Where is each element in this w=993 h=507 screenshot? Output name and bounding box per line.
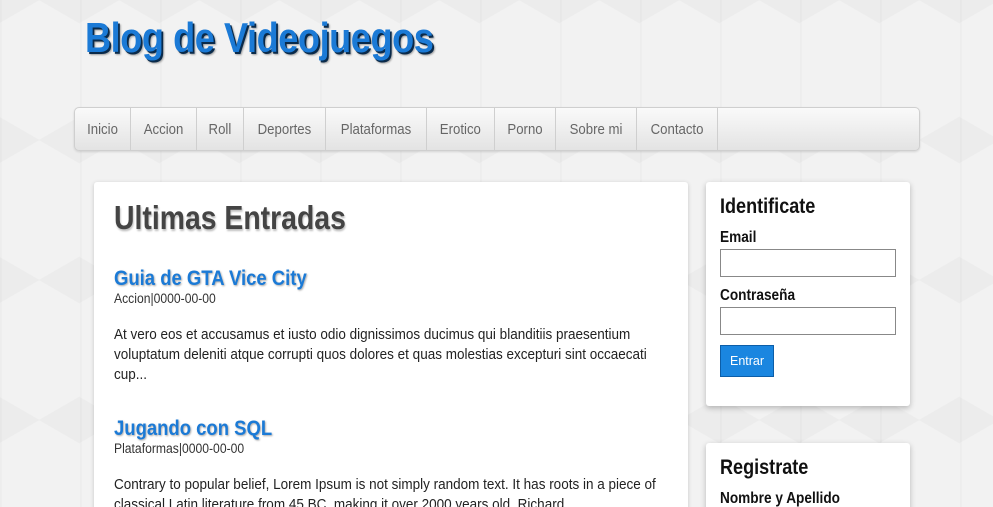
register-title: Registrate	[720, 456, 809, 479]
register-panel: Registrate Nombre y Apellido	[706, 443, 910, 507]
nav-item-accion[interactable]: Accion	[131, 108, 198, 150]
nav-item-erotico[interactable]: Erotico	[427, 108, 495, 150]
post-excerpt: Contrary to popular belief, Lorem Ipsum …	[114, 476, 656, 507]
email-label: Email	[720, 229, 757, 247]
login-panel: Identificate Email Contraseña Entrar	[706, 182, 910, 406]
nav-item-sobre-mi[interactable]: Sobre mi	[556, 108, 637, 150]
post-item: Guia de GTA Vice City Accion|0000-00-00 …	[114, 266, 670, 385]
password-field[interactable]	[720, 307, 896, 336]
name-label: Nombre y Apellido	[720, 490, 840, 507]
nav-item-label: Sobre mi	[569, 120, 622, 138]
nav-item-contacto[interactable]: Contacto	[637, 108, 718, 150]
email-field[interactable]	[720, 249, 896, 278]
nav-item-porno[interactable]: Porno	[495, 108, 556, 150]
password-label: Contraseña	[720, 287, 796, 305]
login-title: Identificate	[720, 195, 816, 218]
nav-item-label: Inicio	[87, 120, 118, 138]
nav-item-deportes[interactable]: Deportes	[244, 108, 326, 150]
nav-item-plataformas[interactable]: Plataformas	[326, 108, 427, 150]
page: Blog de Videojuegos Inicio Accion Roll D…	[0, 0, 993, 507]
nav-item-label: Accion	[143, 120, 184, 138]
nav-item-inicio[interactable]: Inicio	[75, 108, 132, 150]
post-title-link[interactable]: Guia de GTA Vice City	[114, 266, 603, 291]
post-item: Jugando con SQL Plataformas|0000-00-00 C…	[114, 416, 670, 507]
site-title[interactable]: Blog de Videojuegos	[85, 14, 434, 62]
section-heading: Ultimas Entradas	[114, 199, 346, 236]
nav-item-roll[interactable]: Roll	[197, 108, 244, 150]
latest-posts-panel: Ultimas Entradas Guia de GTA Vice City A…	[94, 182, 688, 507]
nav-item-label: Erotico	[439, 120, 481, 138]
nav-item-label: Deportes	[257, 120, 312, 138]
post-excerpt: At vero eos et accusamus et iusto odio d…	[114, 326, 647, 384]
post-title-link[interactable]: Jugando con SQL	[114, 416, 603, 441]
nav-item-label: Roll	[208, 120, 232, 138]
nav-item-label: Porno	[506, 120, 543, 138]
login-submit-button[interactable]: Entrar	[720, 345, 775, 378]
main-nav: Inicio Accion Roll Deportes Plataformas …	[74, 107, 920, 151]
post-meta: Plataformas|0000-00-00	[114, 441, 245, 457]
nav-item-label: Contacto	[650, 120, 704, 138]
post-meta: Accion|0000-00-00	[114, 291, 216, 307]
nav-item-label: Plataformas	[340, 120, 412, 138]
